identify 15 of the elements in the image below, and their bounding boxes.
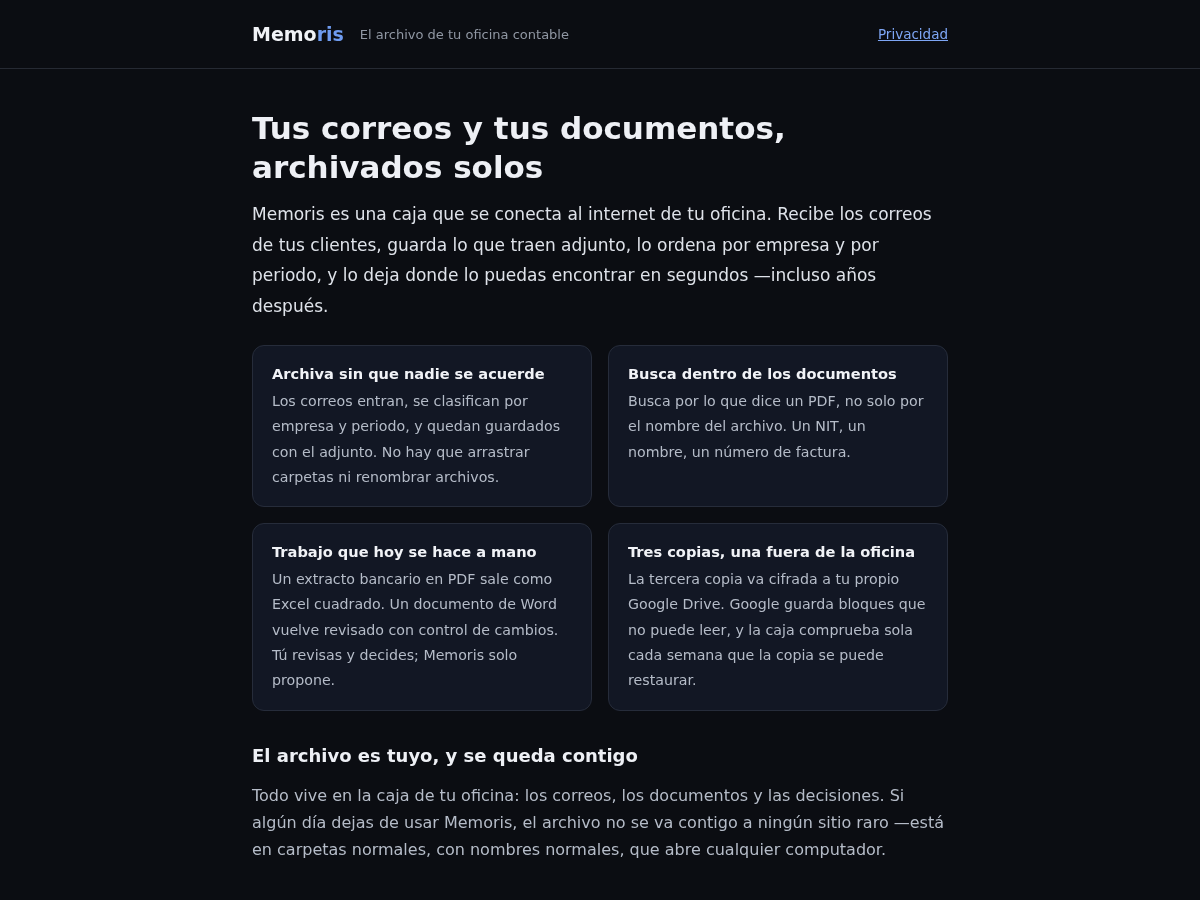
- tagline: El archivo de tu oficina contable: [359, 26, 569, 42]
- page-title: Tus correos y tus documentos, archivados solos: [252, 109, 787, 187]
- card-title: Busca dentro de los documentos: [628, 365, 898, 382]
- section-heading: El archivo es tuyo, y se queda contigo: [252, 744, 639, 766]
- card-text: La tercera copia va cifrada a tu propio Google Drive. Google guarda bloques que no puede leer, y la caja comprueba sola cada semana que la copia se puede restaurar.: [628, 570, 927, 691]
- card-title: Trabajo que hoy se hace a mano: [272, 543, 538, 561]
- card-text: Un extracto bancario en PDF sale como Excel cuadrado. Un documento de Word vuelve revisado con control de cambios. Tú revisas y decides; Memoris solo propone.: [272, 570, 560, 691]
- intro-paragraph: Memoris es una caja que se conecta al internet de tu oficina. Recibe los correos de tus clientes, guarda lo que traen adjunto, lo ordena por empresa y por periodo, y lo deja donde lo puedas encontrar en segundos —incluso años después.: [252, 203, 933, 318]
- card-text: Busca por lo que dice un PDF, no solo por el nombre del archivo. Un NIT, un nombre, un número de factura.: [628, 392, 925, 462]
- privacy-link[interactable]: Privacidad: [877, 26, 948, 42]
- logo: Memoris: [252, 23, 344, 45]
- card-title: Tres copias, una fuera de la oficina: [628, 543, 917, 561]
- card-title: Archiva sin que nadie se acuerde: [272, 365, 546, 382]
- card-text: Los correos entran, se clasifican por empresa y periodo, y quedan guardados con el adjunto. No hay que arrastrar carpetas ni renombrar archivos.: [272, 392, 562, 487]
- section-paragraph: Todo vive en la caja de tu oficina: los correos, los documentos y las decisiones. Si algún día dejas de usar Memoris, el archivo no se va contigo a ningún sitio raro —está en carpetas normales, con nombres normales, que abre cualquier computador.: [252, 784, 946, 861]
